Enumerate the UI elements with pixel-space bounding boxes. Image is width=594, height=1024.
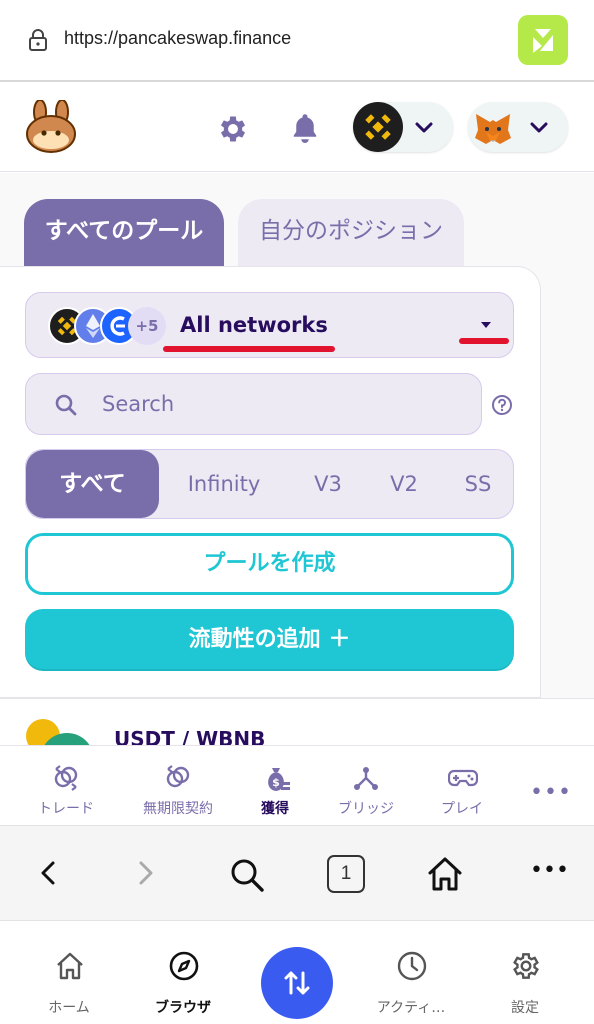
more-menu-icon[interactable]: •••: [530, 780, 572, 805]
wallet-bottom-nav: ホーム ブラウザ アクティ… 設定: [0, 922, 594, 1024]
metamask-fox-icon: [468, 102, 518, 152]
nav-earn[interactable]: $ 獲得: [225, 746, 325, 826]
wallet-nav-settings-label: 設定: [511, 1000, 539, 1016]
nav-earn-label: 獲得: [261, 801, 289, 817]
extension-button[interactable]: [518, 15, 568, 65]
pool-list: USDT / WBNB: [0, 698, 594, 745]
trade-icon: [54, 765, 78, 791]
compass-icon: [169, 951, 199, 981]
network-filter-label: All networks: [180, 313, 328, 337]
caret-down-icon: [481, 322, 491, 328]
search-box[interactable]: [25, 373, 482, 435]
filter-v3[interactable]: V3: [302, 450, 354, 518]
nav-bridge[interactable]: ブリッジ: [316, 746, 416, 826]
gamepad-icon: [448, 769, 478, 787]
url-text[interactable]: https://pancakeswap.finance: [64, 28, 291, 49]
svg-text:$: $: [272, 776, 280, 789]
swap-arrows-icon: [284, 971, 310, 995]
perpetual-icon: [166, 765, 190, 788]
more-options-icon[interactable]: •••: [530, 858, 569, 883]
more-networks-count: +5: [128, 307, 166, 345]
version-filter: すべて Infinity V3 V2 SS: [25, 449, 514, 519]
tab-my-positions[interactable]: 自分のポジション: [238, 199, 464, 269]
notification-bell-icon[interactable]: [290, 111, 320, 145]
network-switcher[interactable]: [353, 102, 453, 152]
settings-gear-icon[interactable]: [216, 112, 250, 146]
nav-perpetual[interactable]: 無期限契約: [128, 746, 228, 826]
url-bar[interactable]: https://pancakeswap.finance: [0, 0, 594, 82]
tab-count-button[interactable]: 1: [327, 855, 365, 893]
wallet-nav-browser[interactable]: ブラウザ: [128, 922, 238, 1024]
nav-play[interactable]: プレイ: [412, 746, 512, 826]
pool-pair-name[interactable]: USDT / WBNB: [114, 727, 265, 745]
forward-arrow-icon[interactable]: [136, 860, 156, 886]
wallet-nav-settings[interactable]: 設定: [470, 922, 580, 1024]
chevron-down-icon: [530, 122, 548, 133]
search-input[interactable]: [102, 374, 472, 434]
filter-all[interactable]: すべて: [26, 450, 159, 518]
pancakeswap-logo-icon[interactable]: [24, 100, 78, 154]
settings-icon: [513, 953, 539, 979]
app-header: [0, 84, 594, 172]
wallet-button[interactable]: [468, 102, 568, 152]
nav-play-label: プレイ: [441, 801, 483, 817]
add-liquidity-button[interactable]: 流動性の追加 ＋: [25, 609, 514, 671]
nav-bridge-label: ブリッジ: [338, 801, 394, 817]
annotation-underline: [163, 346, 335, 352]
clock-icon: [397, 951, 427, 981]
filter-infinity[interactable]: Infinity: [174, 450, 274, 518]
home-icon: [57, 952, 83, 980]
filter-v2[interactable]: V2: [378, 450, 430, 518]
annotation-underline: [459, 338, 509, 344]
wallet-nav-home-label: ホーム: [48, 1000, 90, 1016]
nav-trade-label: トレード: [38, 801, 94, 817]
wallet-nav-activity[interactable]: アクティ…: [356, 922, 466, 1024]
extension-logo-icon: [533, 29, 553, 53]
create-pool-button[interactable]: プールを作成: [25, 533, 514, 595]
filter-ss[interactable]: SS: [452, 450, 504, 518]
bnb-chain-icon: [353, 102, 403, 152]
search-icon: [55, 394, 77, 416]
nav-perpetual-label: 無期限契約: [143, 801, 213, 817]
back-arrow-icon[interactable]: [38, 860, 58, 886]
swap-button[interactable]: [261, 947, 333, 1019]
help-icon[interactable]: [491, 394, 513, 416]
wallet-nav-home[interactable]: ホーム: [14, 922, 124, 1024]
tab-all-pools[interactable]: すべてのプール: [24, 199, 224, 269]
app-bottom-nav: トレード 無期限契約 $ 獲得 ブリッジ プレイ •••: [0, 745, 594, 825]
wallet-nav-activity-label: アクティ…: [376, 1000, 446, 1016]
wallet-nav-browser-label: ブラウザ: [155, 1000, 211, 1016]
browser-toolbar: 1 •••: [0, 825, 594, 921]
lock-icon: [29, 29, 47, 51]
bridge-icon: [354, 767, 378, 790]
home-icon[interactable]: [425, 854, 465, 894]
nav-trade[interactable]: トレード: [16, 746, 116, 826]
earn-icon: $: [268, 768, 290, 791]
search-icon[interactable]: [228, 856, 266, 894]
chevron-down-icon: [415, 122, 433, 133]
